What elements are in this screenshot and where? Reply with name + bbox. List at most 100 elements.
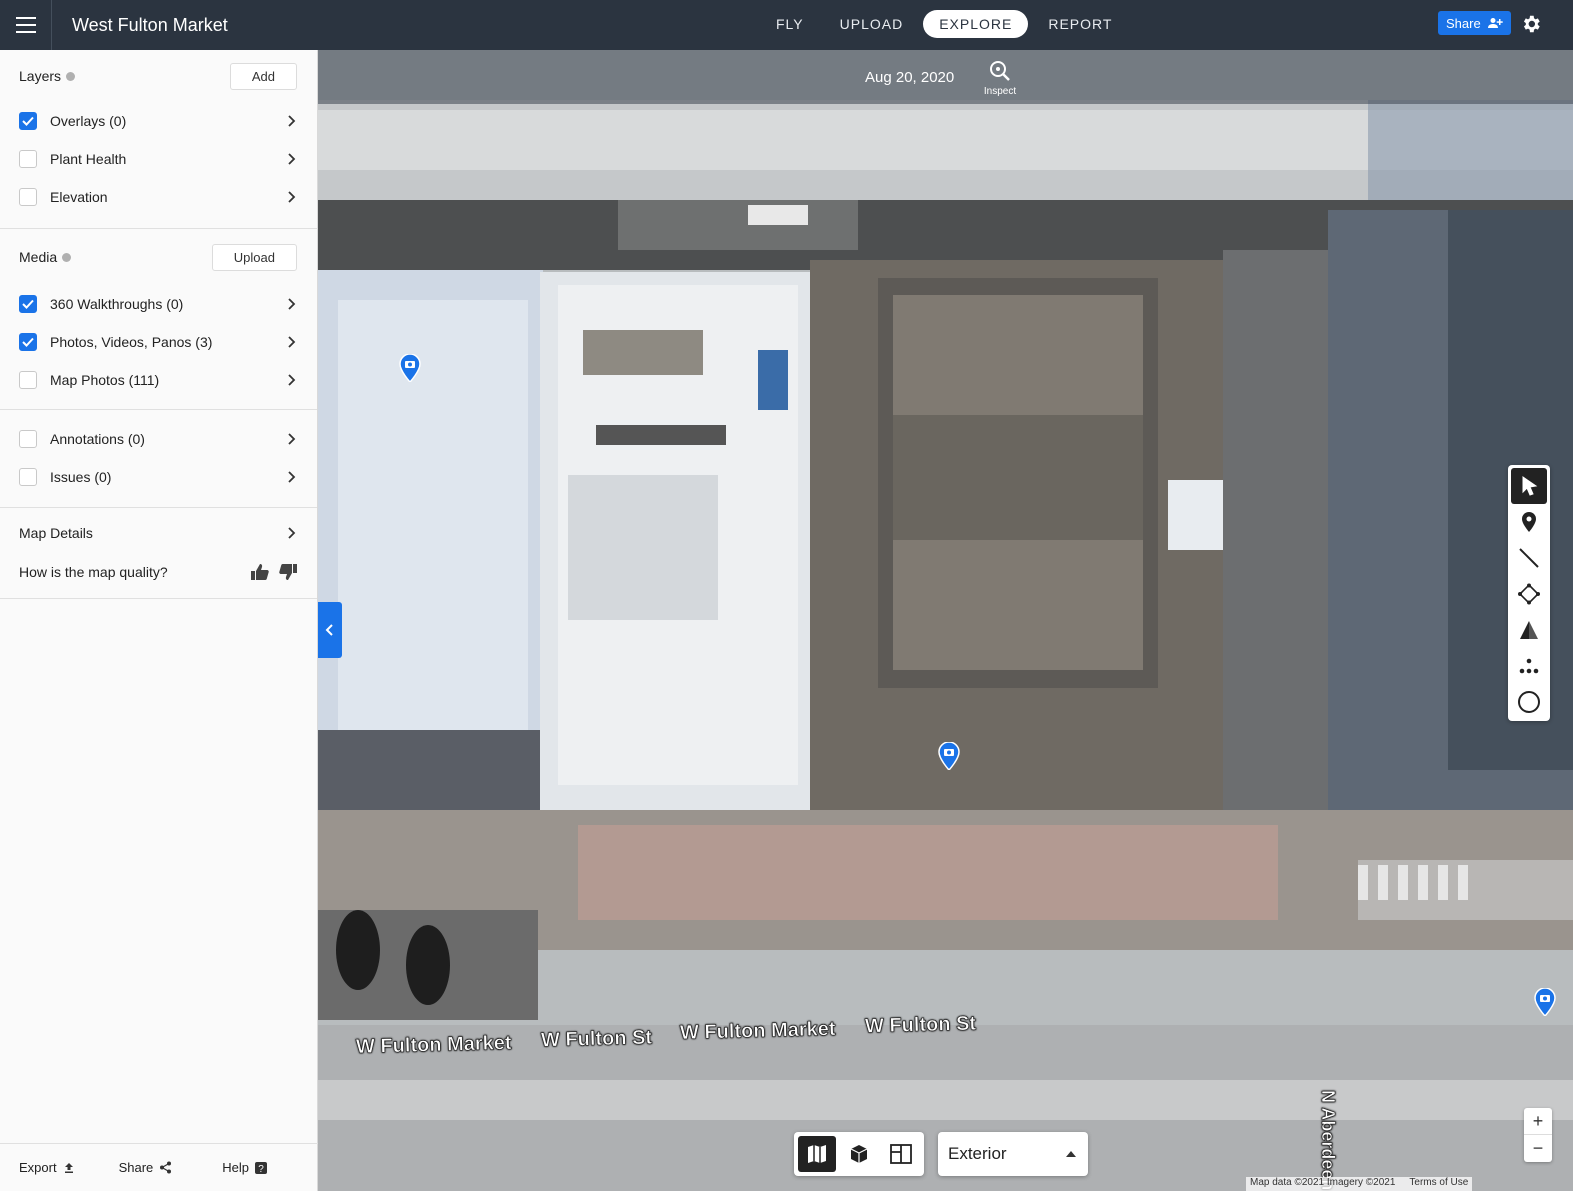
layer-row-elevation[interactable]: Elevation	[0, 178, 317, 216]
terms-link[interactable]: Terms of Use	[1409, 1177, 1468, 1191]
extras-row-issues[interactable]: Issues (0)	[0, 458, 317, 496]
media-row-walkthroughs[interactable]: 360 Walkthroughs (0)	[0, 285, 317, 323]
info-icon[interactable]	[66, 71, 76, 81]
info-icon[interactable]	[62, 252, 72, 262]
map-attribution: Map data ©2021 Imagery ©2021 Terms of Us…	[1246, 1177, 1473, 1191]
street-label: W Fulton St	[864, 1012, 977, 1038]
checkbox[interactable]	[19, 430, 37, 448]
chevron-right-icon[interactable]	[284, 432, 298, 446]
checkbox[interactable]	[19, 371, 37, 389]
sidebar: Layers Add Overlays (0) Plant Health Ele…	[0, 50, 318, 1191]
share-button-label: Share	[1446, 15, 1481, 31]
floorplan-icon	[890, 1144, 912, 1164]
map-quality-row: How is the map quality?	[0, 552, 317, 592]
floorplan-view-button[interactable]	[882, 1136, 920, 1172]
3d-view-button[interactable]	[840, 1136, 878, 1172]
pin-tool[interactable]	[1511, 504, 1547, 540]
extras-label: Annotations (0)	[50, 431, 145, 447]
view-select-dropdown[interactable]: Exterior	[938, 1132, 1088, 1176]
top-bar: West Fulton Market FLY UPLOAD EXPLORE RE…	[0, 0, 1573, 50]
polygon-icon	[1518, 583, 1540, 605]
check-icon	[22, 116, 34, 126]
help-label: Help	[222, 1160, 250, 1175]
caret-up-icon	[1066, 1151, 1076, 1157]
photo-pin-icon[interactable]	[1534, 988, 1556, 1016]
attribution-text: Map data ©2021 Imagery ©2021	[1250, 1177, 1396, 1188]
count-tool[interactable]	[1511, 648, 1547, 684]
share-button[interactable]: Share	[1438, 11, 1511, 35]
chevron-right-icon[interactable]	[284, 470, 298, 484]
layer-row-overlays[interactable]: Overlays (0)	[0, 102, 317, 140]
layers-header: Layers Add	[0, 50, 317, 102]
map-icon	[808, 1145, 826, 1163]
polygon-tool[interactable]	[1511, 576, 1547, 612]
nav-upload[interactable]: UPLOAD	[824, 10, 920, 38]
chevron-right-icon[interactable]	[284, 297, 298, 311]
checkbox[interactable]	[19, 468, 37, 486]
zoom-control: + −	[1524, 1108, 1552, 1162]
extras-row-annotations[interactable]: Annotations (0)	[0, 420, 317, 458]
checkbox[interactable]	[19, 188, 37, 206]
media-row-photos[interactable]: Photos, Videos, Panos (3)	[0, 323, 317, 361]
nav-explore[interactable]: EXPLORE	[923, 10, 1029, 38]
inspect-label: Inspect	[983, 86, 1017, 97]
circle-icon	[1518, 691, 1540, 713]
media-row-map-photos[interactable]: Map Photos (111)	[0, 361, 317, 399]
select-tool[interactable]	[1511, 468, 1547, 504]
export-button[interactable]: Export	[19, 1160, 75, 1175]
media-header: Media Upload	[0, 229, 317, 285]
sidebar-footer: Export Share Help ?	[0, 1143, 318, 1191]
add-layer-button[interactable]: Add	[229, 62, 297, 90]
checkbox[interactable]	[19, 295, 37, 313]
upload-icon	[64, 1162, 73, 1173]
share-map-button[interactable]: Share	[119, 1160, 173, 1175]
upload-media-button[interactable]: Upload	[211, 243, 297, 271]
chevron-left-icon	[325, 624, 333, 636]
media-label: 360 Walkthroughs (0)	[50, 296, 184, 312]
help-button[interactable]: Help ?	[222, 1160, 268, 1175]
chevron-right-icon[interactable]	[284, 526, 298, 540]
street-label: N Aberdeen St	[1318, 1090, 1339, 1191]
cursor-icon	[1522, 476, 1538, 496]
volume-icon	[1520, 621, 1538, 639]
layer-label: Overlays (0)	[50, 113, 127, 129]
checkbox[interactable]	[19, 112, 37, 130]
circle-tool[interactable]	[1511, 684, 1547, 720]
chevron-right-icon[interactable]	[284, 114, 298, 128]
nav-fly[interactable]: FLY	[760, 10, 820, 38]
chevron-right-icon[interactable]	[284, 373, 298, 387]
date-bar: Aug 20, 2020 Inspect	[318, 50, 1573, 104]
checkbox[interactable]	[19, 150, 37, 168]
chevron-right-icon[interactable]	[284, 190, 298, 204]
map-view-button[interactable]	[798, 1136, 836, 1172]
chevron-right-icon[interactable]	[284, 335, 298, 349]
menu-icon[interactable]	[0, 0, 52, 50]
volume-tool[interactable]	[1511, 612, 1547, 648]
media-label: Map Photos (111)	[50, 372, 160, 388]
thumbs-down-icon[interactable]	[278, 563, 298, 581]
line-tool[interactable]	[1511, 540, 1547, 576]
map-details-row[interactable]: Map Details	[0, 514, 317, 552]
map-view[interactable]: Aug 20, 2020 Inspect W Fulton Market W F…	[318, 50, 1573, 1191]
inspect-button[interactable]: Inspect	[980, 59, 1020, 97]
street-label: W Fulton Market	[355, 1031, 512, 1059]
layer-row-plant-health[interactable]: Plant Health	[0, 140, 317, 178]
photo-pin-icon[interactable]	[938, 742, 960, 770]
thumbs-up-icon[interactable]	[250, 563, 270, 581]
chevron-right-icon[interactable]	[284, 152, 298, 166]
checkbox[interactable]	[19, 333, 37, 351]
nav-report[interactable]: REPORT	[1032, 10, 1128, 38]
zoom-in-button[interactable]: +	[1524, 1108, 1552, 1135]
street-label: W Fulton Market	[679, 1017, 836, 1045]
location-pin-icon	[1522, 512, 1536, 532]
collapse-sidebar-button[interactable]	[318, 602, 342, 658]
project-title: West Fulton Market	[72, 14, 228, 35]
photo-pin-icon[interactable]	[399, 354, 421, 382]
capture-date[interactable]: Aug 20, 2020	[865, 69, 954, 86]
svg-text:?: ?	[258, 1164, 264, 1174]
street-label: W Fulton St	[540, 1026, 653, 1052]
gear-icon[interactable]	[1520, 13, 1542, 35]
media-title: Media	[19, 249, 58, 265]
zoom-out-button[interactable]: −	[1524, 1135, 1552, 1162]
zoom-in-icon	[990, 61, 1010, 81]
